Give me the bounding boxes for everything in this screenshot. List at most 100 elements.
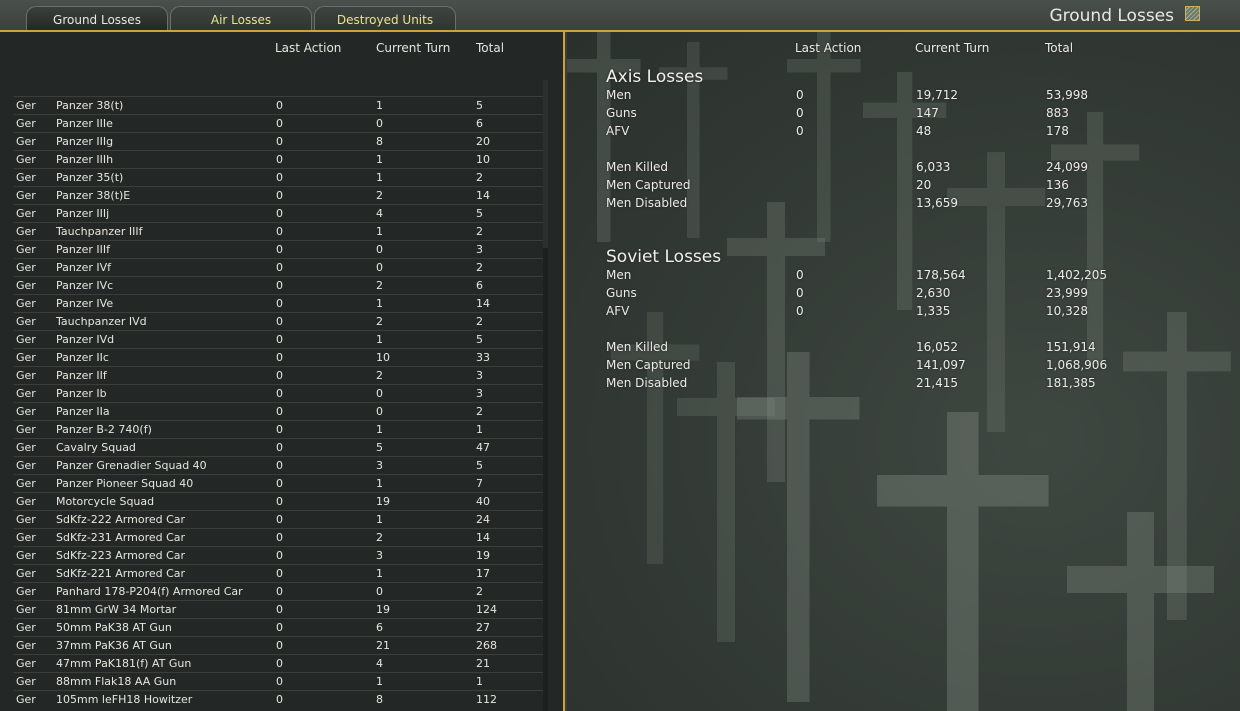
unit-row[interactable]: Ger Panzer IIIg 0 8 20	[14, 132, 544, 150]
last-action: 0	[276, 495, 283, 508]
current-turn: 0	[376, 117, 383, 130]
summary-header-last-action: Last Action	[795, 41, 862, 55]
last-action: 0	[276, 261, 283, 274]
unit-row[interactable]: Ger Panzer IVd 0 1 5	[14, 330, 544, 348]
loss-label: Men Disabled	[606, 376, 688, 390]
unit-row[interactable]: Ger 88mm Flak18 AA Gun 0 1 1	[14, 672, 544, 690]
last-action: 0	[276, 513, 283, 526]
nation: Ger	[16, 585, 36, 598]
unit-row[interactable]: Ger Panhard 178-P204(f) Armored Car 0 0 2	[14, 582, 544, 600]
unit-row[interactable]: Ger Tauchpanzer IIIf 0 1 2	[14, 222, 544, 240]
unit-name: Panzer IIIj	[56, 207, 110, 220]
unit-name: SdKfz-222 Armored Car	[56, 513, 186, 526]
summary-header-current-turn: Current Turn	[915, 41, 990, 55]
unit-name: SdKfz-223 Armored Car	[56, 549, 186, 562]
total: 24	[476, 513, 490, 526]
current-turn: 21	[376, 639, 390, 652]
unit-row[interactable]: Ger SdKfz-223 Armored Car 0 3 19	[14, 546, 544, 564]
unit-row[interactable]: Ger Panzer IIIh 0 1 10	[14, 150, 544, 168]
current-turn: 4	[376, 657, 383, 670]
total: 6	[476, 117, 483, 130]
unit-row[interactable]: Ger Panzer B-2 740(f) 0 1 1	[14, 420, 544, 438]
unit-name: Panzer IVd	[56, 333, 115, 346]
unit-name: Cavalry Squad	[56, 441, 136, 454]
scrollbar[interactable]	[543, 80, 548, 711]
total: 112	[476, 693, 497, 706]
unit-row[interactable]: Ger SdKfz-231 Armored Car 0 2 14	[14, 528, 544, 546]
last-action: 0	[276, 333, 283, 346]
unit-row[interactable]: Ger Cavalry Squad 0 5 47	[14, 438, 544, 456]
unit-row[interactable]: Ger Panzer IIIe 0 0 6	[14, 114, 544, 132]
unit-row[interactable]: Ger Panzer IIa 0 0 2	[14, 402, 544, 420]
last-action: 0	[276, 279, 283, 292]
nation: Ger	[16, 333, 36, 346]
tab-destroyed-units[interactable]: Destroyed Units	[314, 6, 456, 31]
unit-row[interactable]: Ger 37mm PaK36 AT Gun 0 21 268	[14, 636, 544, 654]
last-action: 0	[276, 675, 283, 688]
last-action: 0	[276, 657, 283, 670]
unit-row[interactable]: Ger Panzer Pioneer Squad 40 0 1 7	[14, 474, 544, 492]
nation: Ger	[16, 135, 36, 148]
current-turn: 1	[376, 99, 383, 112]
unit-row[interactable]: Ger SdKfz-221 Armored Car 0 1 17	[14, 564, 544, 582]
unit-row[interactable]: Ger 50mm PaK38 AT Gun 0 6 27	[14, 618, 544, 636]
total: 124	[476, 603, 497, 616]
top-bar: Ground Losses Air Losses Destroyed Units…	[0, 0, 1240, 31]
unit-row[interactable]: Ger Tauchpanzer IVd 0 2 2	[14, 312, 544, 330]
current-turn: 3	[376, 549, 383, 562]
unit-row[interactable]: Ger Panzer IIc 0 10 33	[14, 348, 544, 366]
nation: Ger	[16, 279, 36, 292]
last-action: 0	[276, 207, 283, 220]
last-action: 0	[796, 304, 804, 318]
unit-row[interactable]: Ger Panzer IVc 0 2 6	[14, 276, 544, 294]
current-turn: 2	[376, 369, 383, 382]
last-action: 0	[276, 531, 283, 544]
last-action: 0	[276, 243, 283, 256]
unit-row[interactable]: Ger Panzer 38(t)E 0 2 14	[14, 186, 544, 204]
nation: Ger	[16, 189, 36, 202]
total: 7	[476, 477, 483, 490]
unit-row[interactable]: Ger Motorcycle Squad 0 19 40	[14, 492, 544, 510]
cross-shape	[1067, 512, 1214, 711]
total: 40	[476, 495, 490, 508]
unit-name: Panzer IIa	[56, 405, 110, 418]
unit-row[interactable]: Ger Panzer 38(t) 0 1 5	[14, 96, 544, 114]
scrollbar-thumb[interactable]	[543, 80, 548, 248]
current-turn: 16,052	[916, 340, 958, 354]
total: 33	[476, 351, 490, 364]
unit-row[interactable]: Ger Panzer 35(t) 0 1 2	[14, 168, 544, 186]
current-turn: 0	[376, 387, 383, 400]
nation: Ger	[16, 441, 36, 454]
section-title: Soviet Losses	[606, 247, 722, 267]
unit-row[interactable]: Ger 47mm PaK181(f) AT Gun 0 4 21	[14, 654, 544, 672]
unit-row[interactable]: Ger Panzer Grenadier Squad 40 0 3 5	[14, 456, 544, 474]
nation: Ger	[16, 243, 36, 256]
unit-row[interactable]: Ger Panzer IIf 0 2 3	[14, 366, 544, 384]
tab-air-losses[interactable]: Air Losses	[170, 6, 312, 31]
tab-ground-losses[interactable]: Ground Losses	[26, 6, 168, 31]
unit-row[interactable]: Ger Panzer IIIf 0 0 3	[14, 240, 544, 258]
nation: Ger	[16, 675, 36, 688]
unit-row[interactable]: Ger Panzer IVe 0 1 14	[14, 294, 544, 312]
current-turn: 19	[376, 603, 390, 616]
nation: Ger	[16, 513, 36, 526]
last-action: 0	[796, 286, 804, 300]
unit-row[interactable]: Ger Panzer IVf 0 0 2	[14, 258, 544, 276]
total: 151,914	[1046, 340, 1096, 354]
unit-name: 81mm GrW 34 Mortar	[56, 603, 177, 616]
chart-toggle-icon[interactable]	[1185, 6, 1200, 21]
unit-row[interactable]: Ger 105mm leFH18 Howitzer 0 8 112	[14, 690, 544, 708]
last-action: 0	[276, 171, 283, 184]
total: 268	[476, 639, 497, 652]
unit-row[interactable]: Ger Panzer Ib 0 0 3	[14, 384, 544, 402]
unit-row[interactable]: Ger 81mm GrW 34 Mortar 0 19 124	[14, 600, 544, 618]
total: 1,068,906	[1046, 358, 1108, 372]
total: 181,385	[1046, 376, 1096, 390]
last-action: 0	[276, 189, 283, 202]
unit-row[interactable]: Ger Panzer IIIj 0 4 5	[14, 204, 544, 222]
current-turn: 20	[916, 178, 932, 192]
total: 27	[476, 621, 490, 634]
current-turn: 8	[376, 135, 383, 148]
unit-row[interactable]: Ger SdKfz-222 Armored Car 0 1 24	[14, 510, 544, 528]
nation: Ger	[16, 369, 36, 382]
